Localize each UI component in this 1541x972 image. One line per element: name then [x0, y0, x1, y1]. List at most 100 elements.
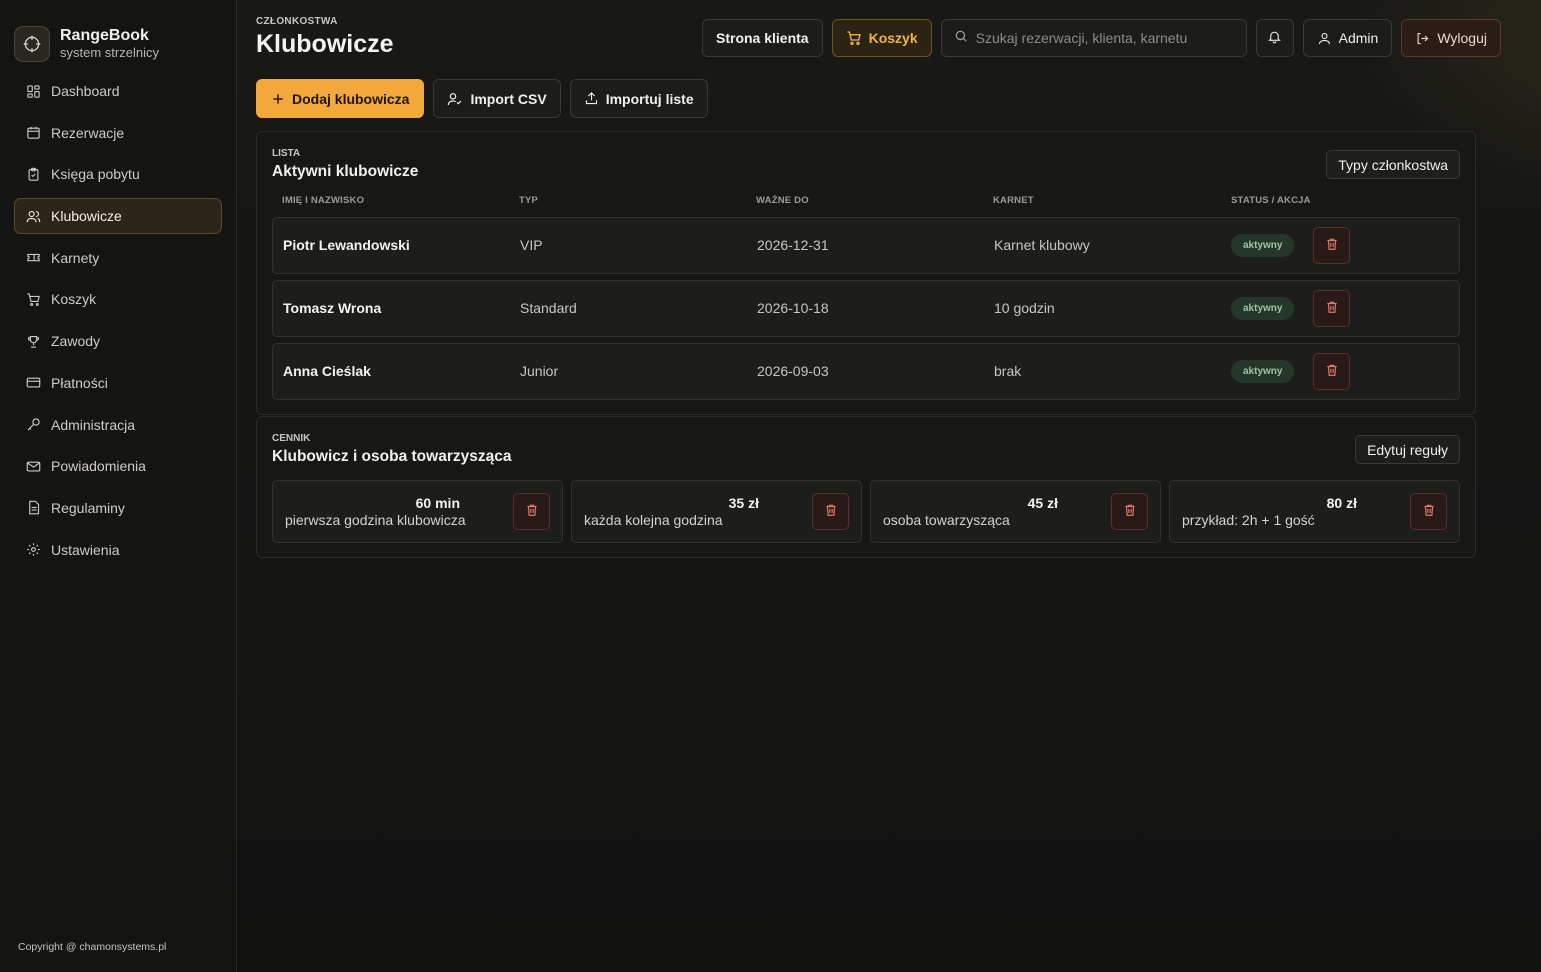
gear-icon — [25, 542, 41, 558]
delete-price-button[interactable] — [513, 493, 550, 530]
sidebar-item-members[interactable]: Klubowicze — [14, 198, 222, 235]
sidebar-item-label: Ustawienia — [51, 541, 120, 558]
client-page-button[interactable]: Strona klienta — [702, 19, 823, 57]
admin-button[interactable]: Admin — [1302, 19, 1393, 57]
import-csv-button[interactable]: Import CSV — [433, 79, 561, 118]
delete-member-button[interactable] — [1313, 227, 1350, 264]
sidebar: RangeBook system strzelnicy Dashboard Re… — [0, 0, 237, 972]
search-input[interactable] — [975, 30, 1234, 46]
search-box[interactable] — [940, 19, 1247, 57]
column-header-valid-until: WAŻNE DO — [756, 195, 809, 206]
table-header: IMIĘ I NAZWISKO TYP WAŻNE DO KARNET STAT… — [282, 195, 1462, 209]
delete-price-button[interactable] — [1410, 493, 1447, 530]
clipboard-icon — [25, 166, 41, 182]
cart-button[interactable]: Koszyk — [831, 19, 932, 57]
trash-icon — [1123, 503, 1137, 520]
delete-member-button[interactable] — [1313, 290, 1350, 327]
mail-icon — [25, 458, 41, 474]
sidebar-item-cart[interactable]: Koszyk — [14, 281, 222, 317]
sidebar-item-label: Koszyk — [51, 291, 97, 308]
price-amount: 80 zł — [1326, 495, 1357, 511]
price-amount: 35 zł — [728, 495, 759, 511]
table-row[interactable]: Piotr Lewandowski VIP 2026-12-31 Karnet … — [272, 217, 1460, 274]
column-header-pass: KARNET — [993, 195, 1034, 206]
crosshair-icon — [14, 26, 50, 62]
sidebar-item-settings[interactable]: Ustawienia — [14, 532, 222, 568]
column-header-type: TYP — [519, 195, 539, 206]
sidebar-item-competitions[interactable]: Zawody — [14, 323, 222, 359]
sidebar-item-label: Klubowicze — [51, 208, 122, 225]
add-member-button[interactable]: Dodaj klubowicza — [256, 79, 425, 118]
status-badge: aktywny — [1231, 360, 1295, 383]
page-eyebrow: CZŁONKOSTWA — [256, 16, 338, 27]
table-row[interactable]: Anna Cieślak Junior 2026-09-03 brak akty… — [272, 343, 1460, 400]
notifications-button[interactable] — [1255, 19, 1294, 57]
edit-rules-button[interactable]: Edytuj reguły — [1355, 435, 1460, 464]
sidebar-item-label: Regulaminy — [51, 499, 125, 516]
sidebar-item-visit-log[interactable]: Księga pobytu — [14, 156, 222, 192]
member-name: Piotr Lewandowski — [283, 237, 410, 253]
brand[interactable]: RangeBook system strzelnicy — [0, 0, 236, 70]
copyright: Copyright @ chamonsystems.pl — [18, 941, 167, 953]
sidebar-item-label: Administracja — [51, 416, 136, 433]
user-icon — [1317, 31, 1332, 46]
member-pass: Karnet klubowy — [994, 237, 1090, 253]
upload-icon — [584, 91, 599, 106]
pricing-panel: CENNIK Klubowicz i osoba towarzysząca Ed… — [256, 416, 1476, 558]
import-list-label: Importuj liste — [605, 90, 694, 107]
membership-types-button[interactable]: Typy członkostwa — [1326, 150, 1460, 179]
sidebar-item-regulations[interactable]: Regulaminy — [14, 490, 222, 526]
sidebar-item-administration[interactable]: Administracja — [14, 407, 222, 443]
sidebar-item-payments[interactable]: Płatności — [14, 365, 222, 401]
user-import-icon — [447, 91, 463, 107]
column-header-name: IMIĘ I NAZWISKO — [282, 195, 365, 206]
sidebar-item-passes[interactable]: Karnety — [14, 240, 222, 276]
trash-icon — [1325, 237, 1339, 254]
import-list-button[interactable]: Importuj liste — [569, 79, 708, 118]
member-name: Tomasz Wrona — [283, 300, 382, 316]
delete-member-button[interactable] — [1313, 353, 1350, 390]
card-icon — [25, 375, 41, 391]
table-row[interactable]: Tomasz Wrona Standard 2026-10-18 10 godz… — [272, 280, 1460, 337]
panel-eyebrow: LISTA — [272, 148, 301, 159]
member-pass: 10 godzin — [994, 300, 1055, 316]
search-icon — [954, 29, 968, 48]
plus-icon — [271, 92, 285, 106]
delete-price-button[interactable] — [812, 493, 849, 530]
cart-button-label: Koszyk — [868, 30, 918, 46]
main-content: CZŁONKOSTWA Klubowicze Strona klienta Ko… — [237, 0, 1541, 972]
add-member-label: Dodaj klubowicza — [292, 90, 410, 107]
status-badge: aktywny — [1231, 297, 1295, 320]
price-amount: 45 zł — [1027, 495, 1058, 511]
sidebar-item-dashboard[interactable]: Dashboard — [14, 73, 222, 109]
member-type: Standard — [520, 300, 577, 316]
price-card: 45 zł osoba towarzysząca — [870, 480, 1161, 543]
topbar: Strona klienta Koszyk Admin Wyloguj — [702, 19, 1501, 57]
member-valid-until: 2026-10-18 — [757, 300, 829, 316]
admin-button-label: Admin — [1338, 30, 1379, 46]
sidebar-item-label: Zawody — [51, 333, 101, 350]
column-header-status: STATUS / AKCJA — [1231, 195, 1311, 206]
calendar-icon — [25, 125, 41, 141]
panel-title: Klubowicz i osoba towarzysząca — [272, 448, 512, 465]
logout-icon — [1415, 31, 1430, 46]
member-valid-until: 2026-09-03 — [757, 363, 829, 379]
sidebar-item-label: Powiadomienia — [51, 458, 146, 475]
sidebar-item-label: Księga pobytu — [51, 166, 140, 183]
trash-icon — [1422, 503, 1436, 520]
price-amount: 60 min — [415, 495, 460, 511]
price-description: każda kolejna godzina — [584, 512, 723, 528]
member-valid-until: 2026-12-31 — [757, 237, 829, 253]
sidebar-item-notifications[interactable]: Powiadomienia — [14, 448, 222, 484]
member-type: VIP — [520, 237, 543, 253]
trash-icon — [1325, 300, 1339, 317]
key-icon — [25, 417, 41, 433]
members-panel: LISTA Aktywni klubowicze Typy członkostw… — [256, 131, 1476, 415]
panel-title: Aktywni klubowicze — [272, 163, 419, 180]
users-icon — [25, 208, 41, 224]
delete-price-button[interactable] — [1111, 493, 1148, 530]
import-csv-label: Import CSV — [470, 90, 547, 107]
cart-icon — [846, 30, 862, 46]
logout-button[interactable]: Wyloguj — [1401, 19, 1501, 57]
sidebar-item-reservations[interactable]: Rezerwacje — [14, 115, 222, 151]
